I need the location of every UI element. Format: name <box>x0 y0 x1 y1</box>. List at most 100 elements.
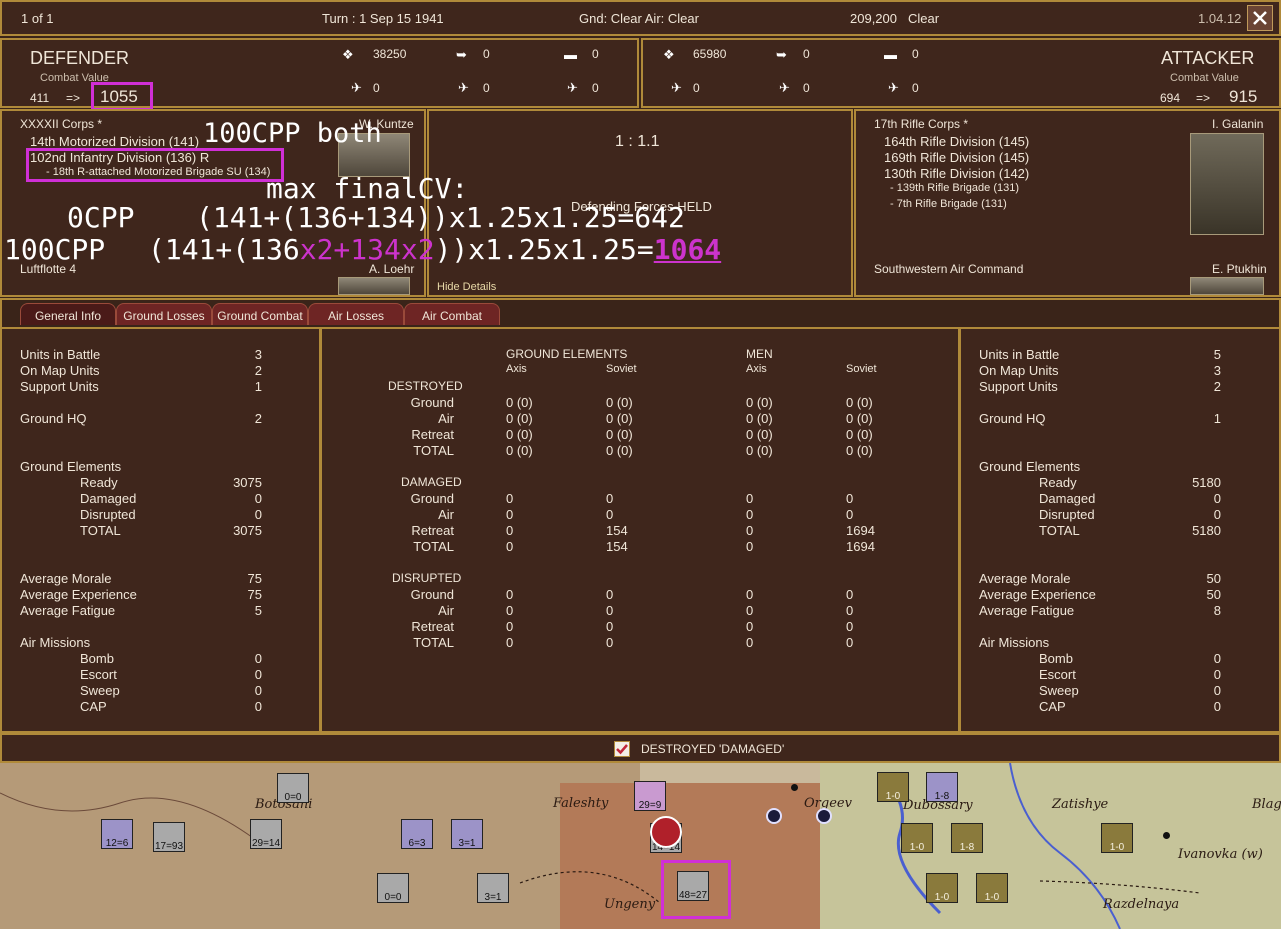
disrupted-header: DISRUPTED <box>392 571 462 585</box>
loss-cell: 154 <box>606 523 628 538</box>
combat-marker-icon[interactable] <box>650 816 682 848</box>
map-counter[interactable]: 1-0 <box>926 873 958 903</box>
stat-label: Average Fatigue <box>979 603 1075 618</box>
attacker-air-hq[interactable]: Southwestern Air Command <box>874 262 1023 276</box>
stat-row: Damaged 0 <box>80 491 262 506</box>
tab-air-losses[interactable]: Air Losses <box>308 303 404 325</box>
attacker-unit[interactable]: 169th Rifle Division (145) <box>884 150 1029 165</box>
map-place: Faleshty <box>553 796 609 811</box>
combat-odds: 1 : 1.1 <box>615 133 660 150</box>
stat-label: Disrupted <box>80 507 136 522</box>
map-counter[interactable]: 6=3 <box>401 819 433 849</box>
attacker-subunit[interactable]: - 7th Rifle Brigade (131) <box>890 198 1007 210</box>
loss-cell: 0 <box>506 619 514 634</box>
map-counter[interactable]: 1-0 <box>901 823 933 853</box>
counter-label: 0=0 <box>384 892 402 903</box>
stat-value: 5 <box>254 603 262 618</box>
close-x-icon <box>1253 11 1267 25</box>
stat-row: Ready 5180 <box>1039 475 1221 490</box>
loss-cell: 0 <box>506 603 514 618</box>
destroyed-header: DESTROYED <box>388 379 463 393</box>
gear-icon <box>766 808 782 824</box>
annotation-row1-formula: (141+(136+134))x1.25x1.25=642 <box>196 201 685 234</box>
loss-cell: 0 <box>506 635 514 650</box>
attacker-unit[interactable]: 164th Rifle Division (145) <box>884 134 1029 149</box>
tab-ground-combat[interactable]: Ground Combat <box>212 303 308 325</box>
tab-ground-losses[interactable]: Ground Losses <box>116 303 212 325</box>
stat-label: Ready <box>80 475 118 490</box>
leader-portrait <box>1190 133 1264 235</box>
loss-cell: 0 <box>506 491 514 506</box>
map-counter[interactable]: 3=1 <box>477 873 509 903</box>
stat-value: 2 <box>1213 379 1221 394</box>
map-counter[interactable]: 1-0 <box>976 873 1008 903</box>
loss-cell: 0 <box>746 491 754 506</box>
counter-label: 1-0 <box>885 791 901 802</box>
map-counter[interactable]: 29=9 <box>634 781 666 811</box>
counter-label: 1-8 <box>934 791 950 802</box>
hide-details-link[interactable]: Hide Details <box>437 281 496 293</box>
defender-unit[interactable]: 14th Motorized Division (141) <box>30 134 199 149</box>
stat-row: Support Units 1 <box>20 379 262 394</box>
ge-header: GROUND ELEMENTS <box>506 347 628 361</box>
attacker-bombers: 0 <box>803 81 810 95</box>
annotation-both: 100CPP both <box>203 118 382 149</box>
stat-label: Ground HQ <box>20 411 87 426</box>
col-axis: Axis <box>746 363 767 375</box>
hex-map[interactable]: Faleshty Orgeev Dubossary Zatishye Blag … <box>0 763 1281 929</box>
turn-date: Turn : 1 Sep 15 1941 <box>322 11 444 26</box>
highlight-box <box>26 148 284 182</box>
annotation-row2-formula: (141+(136x2+134x2))x1.25x1.25=1064 <box>148 233 721 266</box>
highlight-box <box>661 860 731 919</box>
top-bar: 1 of 1 Turn : 1 Sep 15 1941 Gnd: Clear A… <box>0 0 1281 36</box>
stat-value: 0 <box>1213 651 1221 666</box>
map-counter[interactable]: 1-8 <box>926 772 958 802</box>
attacker-subunit[interactable]: - 139th Rifle Brigade (131) <box>890 182 1019 194</box>
defender-title: DEFENDER <box>30 48 130 68</box>
map-counter[interactable]: 1-0 <box>877 772 909 802</box>
tank-icon: ▬ <box>564 47 577 62</box>
map-counter[interactable]: 1-8 <box>951 823 983 853</box>
checkmark-icon <box>616 744 628 755</box>
attacker-guns: 0 <box>803 47 810 61</box>
loss-row-label: TOTAL <box>413 443 454 458</box>
map-counter[interactable]: 3=1 <box>451 819 483 849</box>
tab-label: General Info <box>34 309 102 323</box>
transport-icon: ✈ <box>567 80 578 95</box>
map-counter[interactable]: 0=0 <box>377 873 409 903</box>
tab-air-combat[interactable]: Air Combat <box>404 303 500 325</box>
tab-general-info[interactable]: General Info <box>20 303 116 325</box>
attacker-unit[interactable]: 130th Rifle Division (142) <box>884 166 1029 181</box>
stat-label: On Map Units <box>979 363 1059 378</box>
checkbox-label: DESTROYED 'DAMAGED' <box>641 742 785 756</box>
map-place: Ivanovka (w) <box>1178 847 1263 862</box>
transport-icon: ✈ <box>888 80 899 95</box>
map-counter[interactable]: 17=93 <box>153 822 185 852</box>
loss-row-label: Ground <box>410 491 454 506</box>
attacker-hq[interactable]: 17th Rifle Corps * <box>874 117 968 131</box>
stat-value: 5 <box>1213 347 1221 362</box>
stat-row: Average Experience 50 <box>979 587 1221 602</box>
stat-label: Average Experience <box>20 587 137 602</box>
infantry-icon: ❖ <box>663 47 675 62</box>
map-counter[interactable]: 12=6 <box>101 819 133 849</box>
loss-cell: 0 <box>606 507 614 522</box>
map-place: Ungeny <box>604 897 656 912</box>
highlight-box <box>91 82 153 111</box>
stat-value: 0 <box>1213 507 1221 522</box>
map-place: Razdelnaya <box>1103 897 1180 912</box>
map-counter[interactable]: 29=14 <box>250 819 282 849</box>
map-counter[interactable]: 1-0 <box>1101 823 1133 853</box>
defender-hq[interactable]: XXXXII Corps * <box>20 117 102 131</box>
map-counter[interactable]: 0=0 <box>277 773 309 803</box>
stat-row: Escort 0 <box>1039 667 1221 682</box>
loss-cell: 0 <box>606 635 614 650</box>
attacker-tanks: 0 <box>912 47 919 61</box>
close-button[interactable] <box>1247 5 1273 31</box>
losses-table: GROUND ELEMENTS MEN Axis Soviet Axis Sov… <box>320 327 960 733</box>
destroyed-damaged-checkbox[interactable] <box>614 741 630 757</box>
tab-label: Ground Losses <box>123 309 205 323</box>
stat-value: 3 <box>254 347 262 362</box>
defender-guns: 0 <box>483 47 490 61</box>
stat-label: TOTAL <box>80 523 121 538</box>
